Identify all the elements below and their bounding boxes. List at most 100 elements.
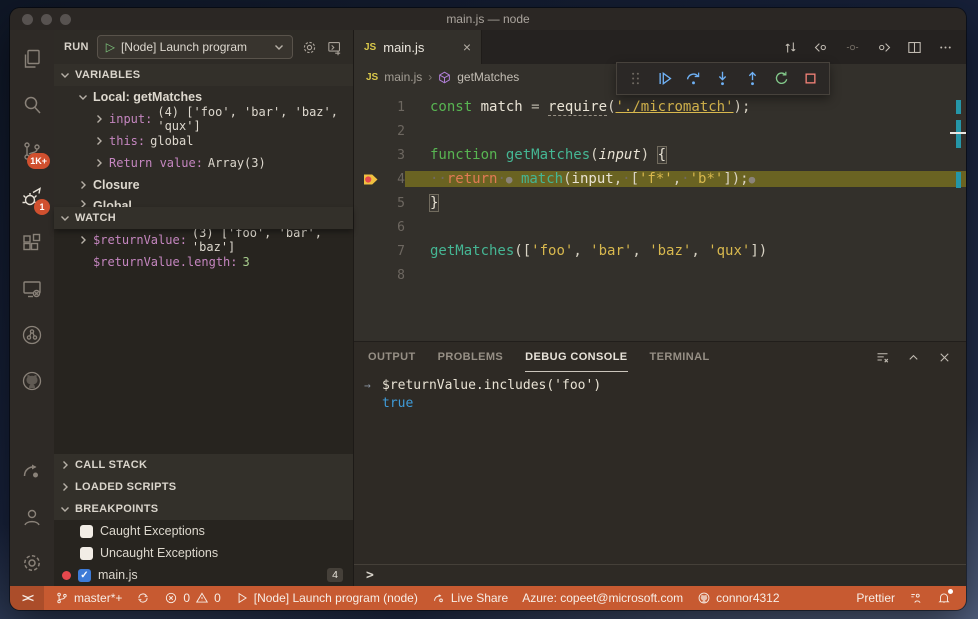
watch-section-header[interactable]: WATCH	[54, 207, 353, 229]
prettier-status[interactable]: Prettier	[849, 586, 902, 610]
remote-explorer-icon[interactable]	[10, 266, 54, 312]
launch-status[interactable]: [Node] Launch program (node)	[228, 586, 425, 610]
settings-gear-icon[interactable]	[10, 540, 54, 586]
branch-name: master*+	[74, 591, 123, 605]
search-icon[interactable]	[10, 82, 54, 128]
call-stack-section-header[interactable]: CALL STACK	[54, 454, 353, 476]
code-line[interactable]: 8	[354, 263, 966, 287]
console-line[interactable]: true	[354, 394, 966, 412]
tree-row[interactable]: input: (4) ['foo', 'bar', 'baz', 'qux']	[54, 105, 353, 133]
code-line[interactable]: 3 function getMatches(input) {	[354, 143, 966, 167]
navigate-forward-icon[interactable]	[875, 39, 892, 56]
continue-icon[interactable]	[655, 69, 674, 88]
overview-ruler-mark	[956, 100, 961, 114]
errors-icon	[166, 592, 177, 604]
network-circle-icon[interactable]	[10, 312, 54, 358]
line-number: 5	[397, 195, 405, 211]
panel-close-icon[interactable]	[937, 350, 952, 365]
github-icon[interactable]	[10, 358, 54, 404]
notifications-status[interactable]	[930, 586, 958, 610]
source-control-icon[interactable]: 1K+	[10, 128, 54, 174]
call-stack-section-title: CALL STACK	[75, 459, 148, 471]
more-actions-icon[interactable]	[937, 39, 954, 56]
scm-badge: 1K+	[27, 153, 50, 169]
open-changes-icon[interactable]	[782, 39, 799, 56]
breadcrumb-separator: ›	[428, 70, 433, 84]
step-over-icon[interactable]	[684, 69, 703, 88]
code-line[interactable]: 5 }	[354, 191, 966, 215]
console-line[interactable]: → $returnValue.includes('foo')	[354, 376, 966, 394]
problems-status[interactable]: 0 0	[157, 586, 227, 610]
loaded-scripts-section-header[interactable]: LOADED SCRIPTS	[54, 476, 353, 498]
code-line[interactable]: 6	[354, 215, 966, 239]
status-bar: >< master*+ 0 0 [Node] Launch program (n…	[10, 586, 966, 610]
tree-row[interactable]: Global	[54, 196, 353, 207]
git-branch-status[interactable]: master*+	[48, 586, 129, 610]
github-account-status[interactable]: connor4312	[690, 586, 786, 610]
panel-collapse-icon[interactable]	[906, 350, 921, 365]
remote-indicator[interactable]: ><	[10, 586, 45, 610]
panel-tab-output[interactable]: OUTPUT	[368, 342, 416, 372]
debug-console-toggle-icon[interactable]	[326, 39, 343, 56]
step-into-icon[interactable]	[713, 69, 732, 88]
code-line[interactable]: 7 getMatches(['foo', 'bar', 'baz', 'qux'…	[354, 239, 966, 263]
panel-actions	[875, 350, 952, 365]
github-status-icon	[698, 592, 710, 604]
start-debug-icon[interactable]: ▷	[106, 40, 115, 54]
debug-console-output[interactable]: → $returnValue.includes('foo') true	[354, 372, 966, 564]
panel-tab-problems[interactable]: PROBLEMS	[438, 342, 504, 372]
debug-current-line-icon[interactable]	[363, 172, 379, 187]
accounts-icon[interactable]	[10, 494, 54, 540]
code-editor[interactable]: 1 const match = require('./micromatch');…	[354, 90, 966, 341]
live-share-activity-icon[interactable]	[10, 448, 54, 494]
breakpoints-section-header[interactable]: BREAKPOINTS	[54, 498, 353, 520]
debug-console-input[interactable]: >	[354, 564, 966, 586]
breakpoint-row[interactable]: Uncaught Exceptions	[54, 542, 353, 564]
variable-name: input:	[109, 112, 153, 126]
step-out-icon[interactable]	[743, 69, 762, 88]
live-share-status[interactable]: Live Share	[425, 586, 515, 610]
breakpoint-row[interactable]: Caught Exceptions	[54, 520, 353, 542]
sync-status[interactable]	[129, 586, 157, 610]
split-editor-icon[interactable]	[906, 39, 923, 56]
line-number: 2	[397, 123, 405, 139]
tab-main-js[interactable]: JS main.js ×	[354, 30, 482, 64]
notification-dot	[948, 589, 953, 594]
drag-handle-icon[interactable]	[626, 69, 645, 88]
breakpoint-gutter[interactable]	[359, 172, 383, 187]
variables-section-title: VARIABLES	[75, 69, 141, 81]
code-line[interactable]: 1 const match = require('./micromatch');	[354, 95, 966, 119]
stop-icon[interactable]	[801, 69, 820, 88]
breakpoint-row[interactable]: ✓ main.js 4	[54, 564, 353, 586]
tree-row[interactable]: Closure	[54, 174, 353, 196]
panel-tab-terminal[interactable]: TERMINAL	[650, 342, 710, 372]
breadcrumb-symbol[interactable]: getMatches	[457, 70, 519, 84]
debug-settings-gear-icon[interactable]	[301, 39, 318, 56]
feedback-status[interactable]	[902, 586, 930, 610]
code-line[interactable]: 2	[354, 119, 966, 143]
breakpoint-checkbox[interactable]	[80, 546, 93, 560]
azure-account-status[interactable]: Azure: copeet@microsoft.com	[515, 586, 690, 610]
tree-row[interactable]: Return value: Array(3)	[54, 152, 353, 174]
launch-config-dropdown[interactable]: ▷ [Node] Launch program	[96, 35, 293, 59]
tree-row[interactable]: this: global	[54, 130, 353, 152]
live-share-label: Live Share	[450, 591, 509, 605]
tree-row[interactable]: $returnValue.length: 3	[54, 251, 353, 273]
run-debug-icon[interactable]: 1	[10, 174, 54, 220]
restart-icon[interactable]	[772, 69, 791, 88]
close-tab-icon[interactable]: ×	[463, 39, 471, 55]
extensions-icon[interactable]	[10, 220, 54, 266]
panel-tab-debug-console[interactable]: DEBUG CONSOLE	[525, 342, 628, 372]
breakpoint-checkbox[interactable]	[80, 524, 93, 538]
breakpoint-label: Caught Exceptions	[100, 524, 205, 538]
tree-row[interactable]: $returnValue: (3) ['foo', 'bar', 'baz']	[54, 226, 353, 254]
variables-section-header[interactable]: VARIABLES	[54, 64, 353, 86]
breakpoint-checkbox[interactable]: ✓	[78, 568, 91, 582]
clear-console-icon[interactable]	[875, 350, 890, 365]
navigate-back-icon[interactable]	[813, 39, 830, 56]
code-line[interactable]: 4 ··return·● match(input,·['f*',·'b*']);…	[354, 167, 966, 191]
panel-tabs-container: OUTPUT PROBLEMS DEBUG CONSOLE TERMINAL	[368, 342, 710, 372]
breadcrumb-file[interactable]: main.js	[384, 70, 422, 84]
code-text: }	[428, 194, 440, 212]
explorer-icon[interactable]	[10, 36, 54, 82]
